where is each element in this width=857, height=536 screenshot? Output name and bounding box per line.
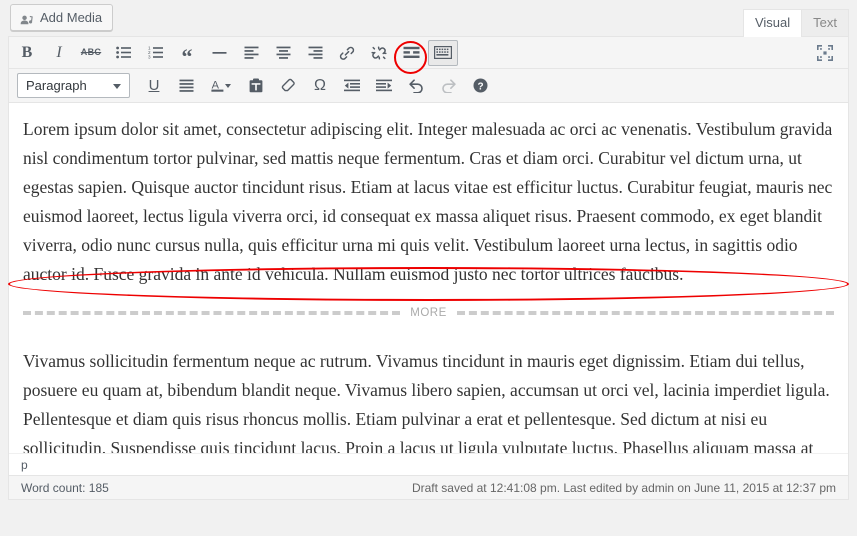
numbered-list-icon: 1 2 3 xyxy=(148,46,163,59)
more-tag-divider[interactable]: MORE xyxy=(23,301,834,325)
bulleted-list-icon xyxy=(116,46,131,59)
keyboard-toolbar-icon xyxy=(434,46,452,59)
blockquote-icon: “ xyxy=(182,52,193,62)
element-path-bar: p xyxy=(9,453,848,475)
chevron-down-icon xyxy=(113,84,121,89)
omega-icon: Ω xyxy=(314,78,326,94)
paragraph-2: Vivamus sollicitudin fermentum neque ac … xyxy=(23,347,834,455)
more-tag-dash-right xyxy=(457,311,834,315)
indent-button[interactable] xyxy=(369,73,399,99)
unlink-button[interactable] xyxy=(364,40,394,66)
media-row: Add Media Visual Text xyxy=(0,0,857,36)
paste-as-text-icon xyxy=(249,78,263,93)
blockquote-button[interactable]: “ xyxy=(172,40,202,66)
indent-icon xyxy=(376,79,392,92)
chevron-down-icon xyxy=(225,84,231,88)
underline-icon: U xyxy=(149,78,160,93)
bulleted-list-button[interactable] xyxy=(108,40,138,66)
link-icon xyxy=(339,46,355,60)
add-media-button[interactable]: Add Media xyxy=(10,4,113,31)
strikethrough-icon: ABC xyxy=(81,48,101,57)
numbered-list-button[interactable]: 1 2 3 xyxy=(140,40,170,66)
save-status: Draft saved at 12:41:08 pm. Last edited … xyxy=(412,481,836,495)
media-icon xyxy=(20,11,34,25)
align-center-button[interactable] xyxy=(268,40,298,66)
add-media-label: Add Media xyxy=(40,5,102,30)
help-button[interactable]: ? xyxy=(465,73,495,99)
editor-container: B I ABC 1 xyxy=(8,36,849,500)
redo-button[interactable] xyxy=(433,73,463,99)
align-center-icon xyxy=(276,46,291,59)
redo-icon xyxy=(440,78,457,93)
svg-text:A: A xyxy=(212,79,220,91)
insert-more-tag-button[interactable] xyxy=(396,40,426,66)
clear-formatting-button[interactable] xyxy=(273,73,303,99)
bold-icon: B xyxy=(22,45,33,61)
tab-text[interactable]: Text xyxy=(801,9,849,37)
insert-link-button[interactable] xyxy=(332,40,362,66)
paragraph-format-value: Paragraph xyxy=(26,78,87,93)
italic-icon: I xyxy=(56,45,61,61)
more-tag-label: MORE xyxy=(400,307,457,319)
toggle-toolbar-button[interactable] xyxy=(428,40,458,66)
align-right-icon xyxy=(308,46,323,59)
horizontal-rule-button[interactable] xyxy=(204,40,234,66)
horizontal-rule-icon xyxy=(212,46,227,59)
strikethrough-button[interactable]: ABC xyxy=(76,40,106,66)
paragraph-1: Lorem ipsum dolor sit amet, consectetur … xyxy=(23,115,834,289)
text-color-button[interactable]: A xyxy=(203,73,239,99)
outdent-icon xyxy=(344,79,360,92)
more-tag-icon xyxy=(403,46,420,59)
toolbar-row-1: B I ABC 1 xyxy=(9,37,848,69)
word-count: Word count: 185 xyxy=(21,481,109,495)
editor-mode-tabs: Visual Text xyxy=(743,8,849,37)
justify-button[interactable] xyxy=(171,73,201,99)
help-icon: ? xyxy=(473,78,488,93)
tab-text-label: Text xyxy=(813,15,837,30)
undo-button[interactable] xyxy=(401,73,431,99)
align-right-button[interactable] xyxy=(300,40,330,66)
text-color-icon: A xyxy=(211,78,231,93)
editor-status-bar: Word count: 185 Draft saved at 12:41:08 … xyxy=(9,475,848,499)
paste-as-text-button[interactable] xyxy=(241,73,271,99)
svg-text:?: ? xyxy=(477,81,483,92)
eraser-icon xyxy=(281,78,296,93)
unlink-icon xyxy=(371,46,387,60)
editor-content-area[interactable]: Lorem ipsum dolor sit amet, consectetur … xyxy=(9,103,848,455)
underline-button[interactable]: U xyxy=(139,73,169,99)
paragraph-format-select[interactable]: Paragraph xyxy=(17,73,130,98)
post-editor-screen: Add Media Visual Text B I ABC xyxy=(0,0,857,536)
justify-icon xyxy=(179,79,194,92)
element-path[interactable]: p xyxy=(21,458,28,472)
tab-visual[interactable]: Visual xyxy=(743,9,802,37)
toolbar-row-2: Paragraph U A xyxy=(9,69,848,103)
undo-icon xyxy=(408,78,425,93)
align-left-button[interactable] xyxy=(236,40,266,66)
bold-button[interactable]: B xyxy=(12,40,42,66)
align-left-icon xyxy=(244,46,259,59)
special-character-button[interactable]: Ω xyxy=(305,73,335,99)
fullscreen-button[interactable] xyxy=(810,40,840,66)
svg-text:3: 3 xyxy=(148,55,151,59)
italic-button[interactable]: I xyxy=(44,40,74,66)
outdent-button[interactable] xyxy=(337,73,367,99)
more-tag-dash-left xyxy=(23,311,400,315)
tab-visual-label: Visual xyxy=(755,15,790,30)
fullscreen-icon xyxy=(817,45,833,61)
